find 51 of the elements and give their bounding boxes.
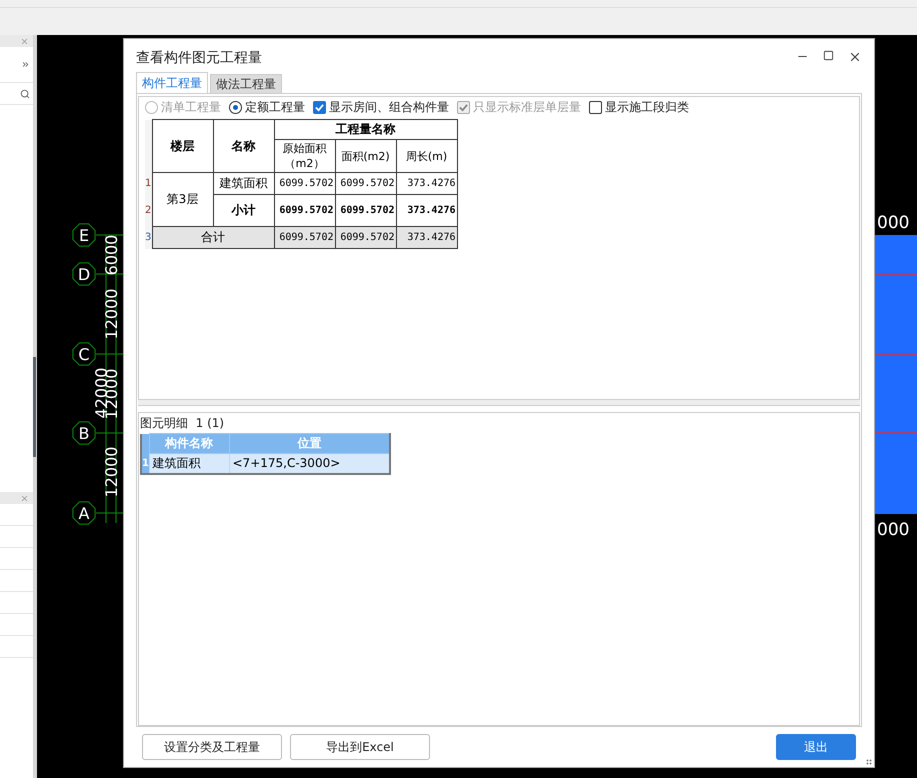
table-cell: 小计 (213, 194, 274, 226)
column-header: 位置 (229, 434, 390, 454)
radio-option[interactable]: 定额工程量 (229, 98, 305, 116)
table-cell: 6099.5702 (335, 194, 396, 226)
table-cell: 373.4276 (396, 172, 458, 194)
row-number: 2 (145, 194, 152, 226)
dialog-button[interactable]: 导出到Excel (290, 734, 430, 760)
checkbox-option[interactable]: 显示房间、组合构件量 (313, 98, 449, 116)
axis-marker: E (72, 223, 96, 247)
window-title: 查看构件图元工程量 (136, 49, 262, 67)
expand-icon[interactable] (21, 60, 30, 69)
table-cell: 建筑面积 (149, 454, 229, 474)
table-cell: 第3层 (152, 172, 213, 226)
row-number: 1 (145, 172, 152, 194)
table-cell: 建筑面积 (213, 172, 274, 194)
tab[interactable]: 做法工程量 (210, 74, 282, 94)
axis-marker: C (72, 342, 96, 366)
checkbox-option[interactable]: 显示施工段归类 (589, 98, 689, 116)
search-icon[interactable] (20, 88, 30, 98)
axis-marker: A (72, 501, 96, 525)
row-number: 3 (145, 226, 152, 248)
column-header: 构件名称 (149, 434, 229, 454)
maximize-icon[interactable] (823, 50, 834, 61)
tab[interactable]: 构件工程量 (136, 72, 208, 94)
table-cell: 373.4276 (396, 194, 458, 226)
table-cell: 6099.5702 (335, 172, 396, 194)
table-cell: <7+175,C-3000> (229, 454, 390, 474)
close-icon[interactable] (848, 50, 862, 64)
row-number: 1 (141, 454, 149, 474)
column-header: 楼层 (152, 120, 213, 172)
dimension-label: 000 (877, 213, 910, 233)
axis-marker: D (72, 262, 96, 286)
resize-grip-icon[interactable] (866, 759, 872, 765)
dimension-label: 000 (877, 520, 910, 540)
splitter-handle[interactable] (33, 356, 36, 456)
table-cell: 6099.5702 (335, 226, 396, 248)
dialog-button[interactable]: 设置分类及工程量 (142, 734, 282, 760)
section-heading: 图元明细 1 (1) (139, 415, 226, 432)
dimension-label: 12000 (102, 288, 121, 340)
column-header: 工程量名称 (274, 120, 458, 140)
dimension-label: 6000 (102, 234, 121, 276)
table-cell: 6099.5702 (274, 194, 335, 226)
checkmark-icon (459, 102, 468, 112)
dimension-label: 12000 (102, 446, 121, 498)
dialog-button[interactable]: 退出 (776, 734, 856, 760)
table-cell: 373.4276 (396, 226, 458, 248)
axis-marker: B (72, 421, 96, 445)
table-cell: 6099.5702 (274, 172, 335, 194)
table-cell: 6099.5702 (274, 226, 335, 248)
table-cell: 合计 (152, 226, 274, 248)
checkmark-icon (315, 102, 324, 112)
